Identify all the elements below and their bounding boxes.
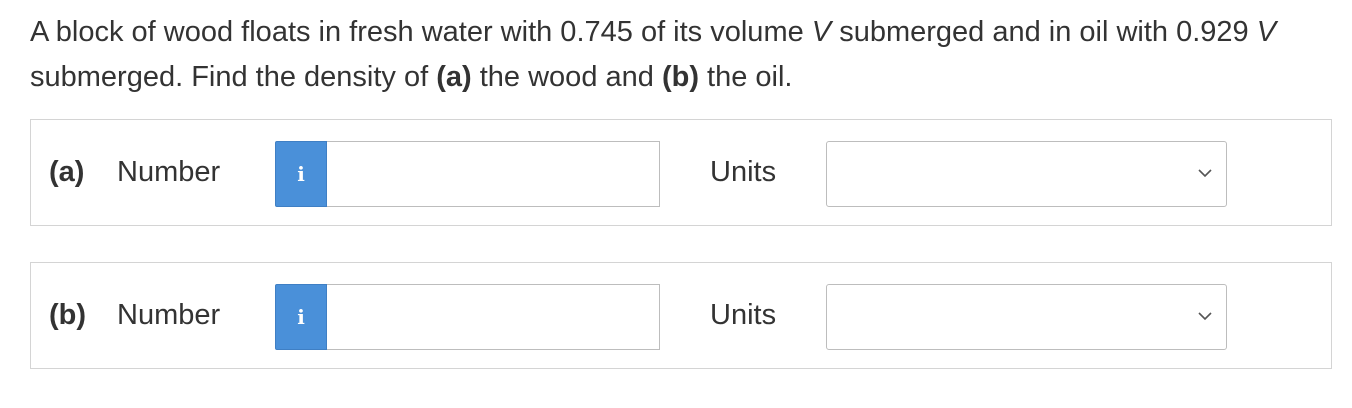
units-dropdown-a[interactable] [826, 141, 1227, 207]
answer-row-a: (a) Number i Units [30, 119, 1332, 226]
info-icon: i [297, 305, 305, 329]
question-segment: submerged. Find the density of [30, 61, 437, 93]
question-variable: V [811, 16, 832, 48]
info-icon: i [297, 162, 305, 186]
number-input-b[interactable] [327, 284, 660, 350]
number-label: Number [117, 156, 221, 188]
question-text: A block of wood floats in fresh water wi… [30, 10, 1320, 100]
info-button[interactable]: i [275, 284, 327, 350]
question-segment: the oil. [698, 61, 793, 93]
units-label: Units [710, 156, 777, 188]
question-variable: V [1256, 16, 1277, 48]
question-part-a-ref: (a) [436, 61, 472, 93]
answer-row-b: (b) Number i Units [30, 262, 1332, 369]
info-button[interactable]: i [275, 141, 327, 207]
question-segment: the wood and [471, 61, 662, 93]
question-part-b-ref: (b) [661, 61, 699, 93]
units-label: Units [710, 299, 777, 331]
question-segment: submerged and in oil with 0.929 [831, 16, 1257, 48]
part-letter: (a) [49, 156, 85, 188]
units-dropdown-b[interactable] [826, 284, 1227, 350]
number-label: Number [117, 299, 221, 331]
number-input-a[interactable] [327, 141, 660, 207]
question-segment: A block of wood floats in fresh water wi… [30, 16, 812, 48]
part-letter: (b) [49, 299, 87, 331]
chevron-down-icon [1198, 169, 1212, 178]
chevron-down-icon [1198, 312, 1212, 321]
